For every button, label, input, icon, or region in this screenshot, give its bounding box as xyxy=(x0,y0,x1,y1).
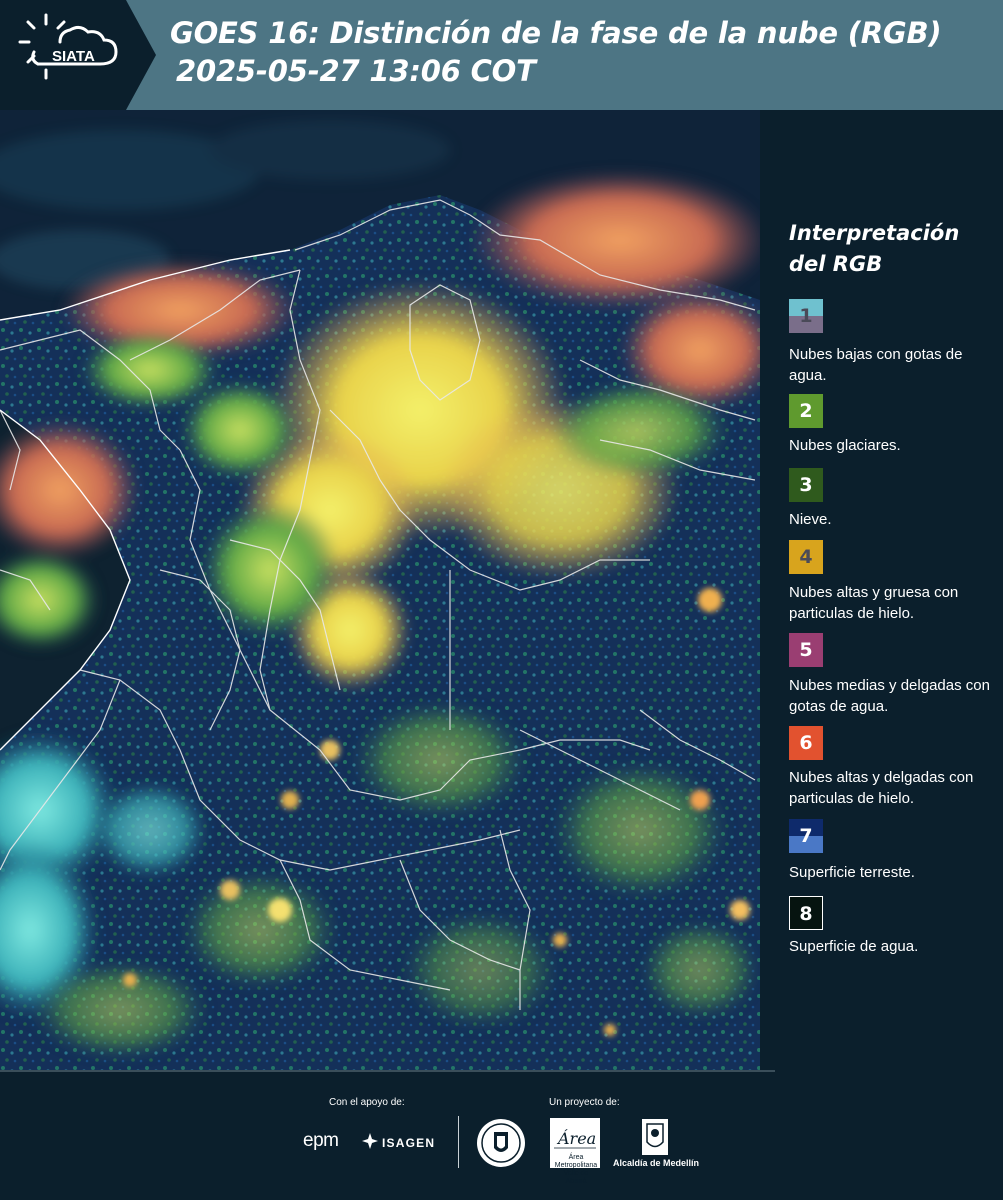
header-bar: SIATA GOES 16: Distinción de la fase de … xyxy=(0,0,1003,110)
area-metropolitana-label: Área Metropolitana Valle de Aburrá xyxy=(554,1154,598,1185)
alcaldia-crest-icon xyxy=(642,1119,668,1155)
legend-number-5: 5 xyxy=(799,639,813,661)
legend-swatch-8: 8 xyxy=(789,896,823,930)
timestamp: 2025-05-27 13:06 COT xyxy=(176,54,536,88)
legend-swatch-5: 5 xyxy=(789,633,823,667)
legend-swatch-7: 7 xyxy=(789,819,823,853)
legend-number-8: 8 xyxy=(799,903,813,925)
legend-swatch-4: 4 xyxy=(789,540,823,574)
page-title: GOES 16: Distinción de la fase de la nub… xyxy=(170,16,942,50)
legend-number-1: 1 xyxy=(799,305,813,327)
legend-swatch-6: 6 xyxy=(789,726,823,760)
siata-logo-text: SIATA xyxy=(52,48,95,65)
legend-label-4: Nubes altas y gruesa con particulas de h… xyxy=(789,584,959,622)
footer-divider xyxy=(0,1070,775,1072)
legend-label-6: Nubes altas y delgadas con particulas de… xyxy=(789,769,974,807)
satellite-map xyxy=(0,110,760,1070)
legend-label-7: Superficie terreste. xyxy=(789,864,915,881)
legend-panel: Interpretación del RGB 1 Nubes bajas con… xyxy=(760,110,1003,1070)
legend-swatch-3: 3 xyxy=(789,468,823,502)
svg-text:Área: Área xyxy=(556,1128,596,1148)
legend-number-6: 6 xyxy=(799,732,813,754)
isagen-logo: ISAGEN xyxy=(382,1136,436,1150)
legend-number-2: 2 xyxy=(799,400,813,422)
legend-number-3: 3 xyxy=(799,474,813,496)
legend-swatch-2: 2 xyxy=(789,394,823,428)
support-label: Con el apoyo de: xyxy=(329,1097,405,1108)
rgb-satellite-image xyxy=(0,110,760,1070)
legend-swatch-1: 1 xyxy=(789,299,823,333)
footer-vertical-divider xyxy=(458,1116,459,1168)
legend-label-2: Nubes glaciares. xyxy=(789,437,901,454)
alcaldia-label: Alcaldía de Medellín xyxy=(613,1158,700,1168)
legend-title: Interpretación del RGB xyxy=(789,221,960,276)
legend-label-3: Nieve. xyxy=(789,511,832,528)
epm-logo: epm xyxy=(303,1130,339,1151)
footer: Con el apoyo de: Un proyecto de: epm ISA… xyxy=(0,1070,1003,1200)
legend-label-1: Nubes bajas con gotas de agua. xyxy=(789,346,963,384)
siata-logo: SIATA xyxy=(0,0,156,110)
legend-number-7: 7 xyxy=(799,825,813,847)
university-seal-icon xyxy=(477,1119,525,1167)
legend-label-8: Superficie de agua. xyxy=(789,938,919,955)
project-label: Un proyecto de: xyxy=(549,1097,620,1108)
isagen-logo-icon xyxy=(362,1133,378,1149)
legend-label-5: Nubes medias y delgadas con gotas de agu… xyxy=(789,677,990,715)
legend-number-4: 4 xyxy=(799,546,813,568)
